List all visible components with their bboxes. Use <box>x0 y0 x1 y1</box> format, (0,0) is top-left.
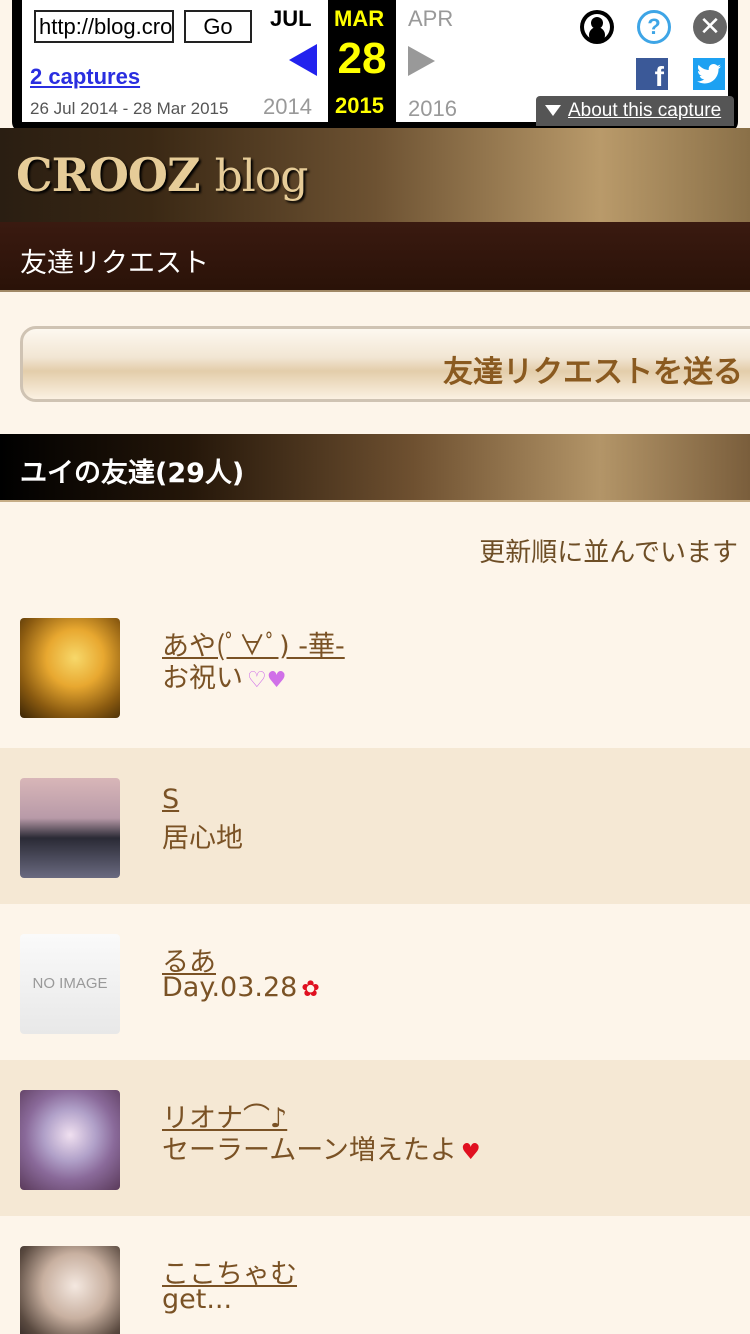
prev-year-label: 2014 <box>263 94 312 119</box>
friends-section-title: ユイの友達(29人) <box>20 458 245 489</box>
current-month: MAR <box>334 6 385 31</box>
friend-status-message: お祝い ♡♥ <box>162 656 286 695</box>
friend-status-text: get... <box>162 1284 233 1315</box>
friend-status-message: セーラームーン増えたよ ♥ <box>162 1128 481 1167</box>
capture-date-range: 26 Jul 2014 - 28 Mar 2015 <box>30 99 229 118</box>
wayback-panel: http://blog.crooz.jp/ Go 2 captures 26 J… <box>22 0 734 126</box>
tulip-icon: ✿ <box>301 977 320 1002</box>
friend-status-text: 居心地 <box>162 823 243 854</box>
friend-avatar[interactable] <box>20 778 120 878</box>
page-title: 友達リクエスト <box>20 248 209 279</box>
twitter-icon[interactable] <box>693 58 725 90</box>
friend-name-link[interactable]: S <box>162 784 179 815</box>
site-header: CROOZ blog <box>0 128 750 222</box>
friend-status-message: 居心地 <box>162 816 247 855</box>
logo-suffix: blog <box>214 151 309 202</box>
twitter-bird-icon <box>697 64 721 84</box>
send-friend-request-button[interactable]: 友達リクエストを送る <box>20 326 750 402</box>
friend-status-text: お祝い <box>162 663 243 694</box>
friend-list-item[interactable]: リオナ⌒♪ セーラームーン増えたよ ♥ <box>0 1060 750 1216</box>
prev-arrow-icon[interactable] <box>289 44 317 76</box>
user-icon[interactable] <box>580 10 614 44</box>
current-day: 28 <box>337 34 387 83</box>
prev-month-link[interactable]: JUL <box>270 6 312 32</box>
current-date-block: MAR 28 2015 <box>328 0 396 122</box>
wayback-toolbar: http://blog.crooz.jp/ Go 2 captures 26 J… <box>12 0 738 132</box>
friend-list-item[interactable]: NO IMAGE るあ Day.03.28 ✿ <box>0 904 750 1060</box>
next-month-label: APR <box>408 6 454 31</box>
current-year: 2015 <box>335 93 384 118</box>
friends-section-header: ユイの友達(29人) <box>0 434 750 502</box>
wayback-url-input[interactable]: http://blog.crooz.jp/ <box>34 10 174 43</box>
friend-status-text: セーラームーン増えたよ <box>162 1135 457 1166</box>
send-friend-request-label: 友達リクエストを送る <box>443 355 743 390</box>
logo-brand: CROOZ <box>16 148 201 202</box>
next-year-label: 2016 <box>408 96 457 121</box>
sort-order-note: 更新順に並んでいます <box>479 538 738 568</box>
help-icon[interactable]: ? <box>637 10 671 44</box>
friend-list-item[interactable]: ここちゃむ get... <box>0 1216 750 1334</box>
friend-avatar[interactable] <box>20 1090 120 1190</box>
heart-icon: ♡♥ <box>247 668 287 693</box>
page-title-bar: 友達リクエスト <box>0 222 750 292</box>
friend-list-item[interactable]: S 居心地 <box>0 748 750 904</box>
facebook-icon[interactable]: f <box>636 58 668 90</box>
friend-status-message: get... <box>162 1284 236 1315</box>
heart-icon: ♥ <box>460 1140 481 1165</box>
about-capture-button[interactable]: About this capture <box>536 96 734 126</box>
friend-status-text: Day.03.28 <box>162 972 298 1003</box>
no-image-placeholder[interactable]: NO IMAGE <box>20 934 120 1034</box>
captures-link[interactable]: 2 captures <box>30 64 140 90</box>
friend-list-item[interactable]: あや(ﾟ∀ﾟ) -華- お祝い ♡♥ <box>0 588 750 744</box>
friend-avatar[interactable] <box>20 618 120 718</box>
close-icon[interactable]: ✕ <box>693 10 727 44</box>
next-arrow-icon <box>408 46 435 76</box>
wayback-go-button[interactable]: Go <box>184 10 252 43</box>
site-logo[interactable]: CROOZ blog <box>16 148 309 202</box>
friend-status-message: Day.03.28 ✿ <box>162 972 320 1003</box>
friend-avatar[interactable] <box>20 1246 120 1334</box>
